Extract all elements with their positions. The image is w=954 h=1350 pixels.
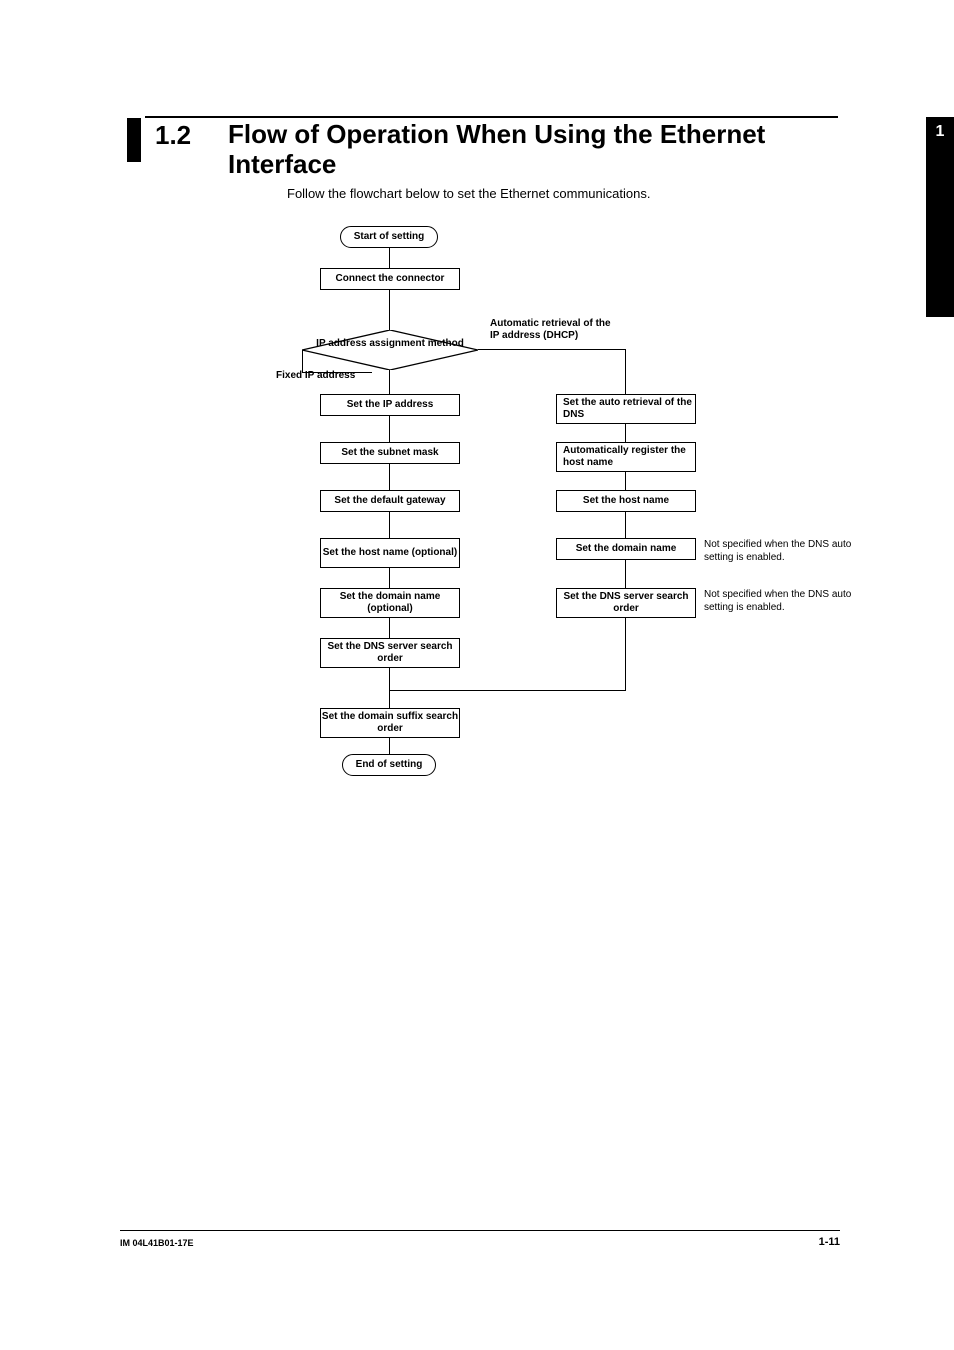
footer-page-number: 1-11 [819, 1236, 840, 1248]
label: Set the domain name (optional) [321, 591, 459, 615]
label: End of setting [356, 759, 423, 771]
flowchart: Start of setting Connect the connector I… [280, 218, 840, 868]
label: Set the DNS server search order [557, 591, 695, 615]
flow-set-host-right: Set the host name [556, 490, 696, 512]
note-1: Not specified when the DNS auto setting … [704, 538, 854, 564]
decision-right-label-2: IP address (DHCP) [490, 330, 578, 341]
flow-auto-dns: Set the auto retrieval of the DNS [556, 394, 696, 424]
heading-rule [145, 116, 838, 118]
label: Set the host name [583, 495, 669, 507]
chapter-label: Using the Ethernet Interface [935, 152, 947, 292]
flow-set-domain-left: Set the domain name (optional) [320, 588, 460, 618]
intro-text: Follow the flowchart below to set the Et… [287, 186, 650, 201]
heading-accent-bar [127, 118, 141, 162]
flow-end: End of setting [342, 754, 436, 776]
label: Set the default gateway [334, 495, 445, 507]
label: Set the domain suffix search order [321, 711, 459, 735]
label: Set the DNS server search order [321, 641, 459, 665]
label: Set the IP address [347, 399, 434, 411]
flow-start: Start of setting [340, 226, 438, 248]
footer-doc-id: IM 04L41B01-17E [120, 1238, 194, 1248]
note-2: Not specified when the DNS auto setting … [704, 588, 854, 614]
label: Automatically register the host name [563, 445, 695, 469]
section-number: 1.2 [155, 120, 191, 151]
label: Set the subnet mask [341, 447, 438, 459]
label: Set the auto retrieval of the DNS [563, 397, 695, 421]
flow-set-host-left: Set the host name (optional) [320, 538, 460, 568]
footer-rule [120, 1230, 840, 1231]
label: Connect the connector [336, 273, 445, 285]
label: Set the domain name [576, 543, 677, 555]
flow-set-gateway: Set the default gateway [320, 490, 460, 512]
flow-connect: Connect the connector [320, 268, 460, 290]
section-title: Flow of Operation When Using the Etherne… [228, 120, 788, 180]
decision-right-label-1: Automatic retrieval of the [490, 318, 611, 329]
label: Start of setting [354, 231, 425, 243]
flow-set-subnet: Set the subnet mask [320, 442, 460, 464]
flow-set-dns-left: Set the DNS server search order [320, 638, 460, 668]
chapter-number: 1 [936, 123, 945, 141]
flow-decision: IP address assignment method [302, 330, 478, 370]
flow-suffix: Set the domain suffix search order [320, 708, 460, 738]
flow-set-ip: Set the IP address [320, 394, 460, 416]
flow-auto-host: Automatically register the host name [556, 442, 696, 472]
label: Set the host name (optional) [323, 547, 457, 559]
flow-set-dns-right: Set the DNS server search order [556, 588, 696, 618]
label: IP address assignment method [302, 338, 478, 350]
flow-set-domain-right: Set the domain name [556, 538, 696, 560]
